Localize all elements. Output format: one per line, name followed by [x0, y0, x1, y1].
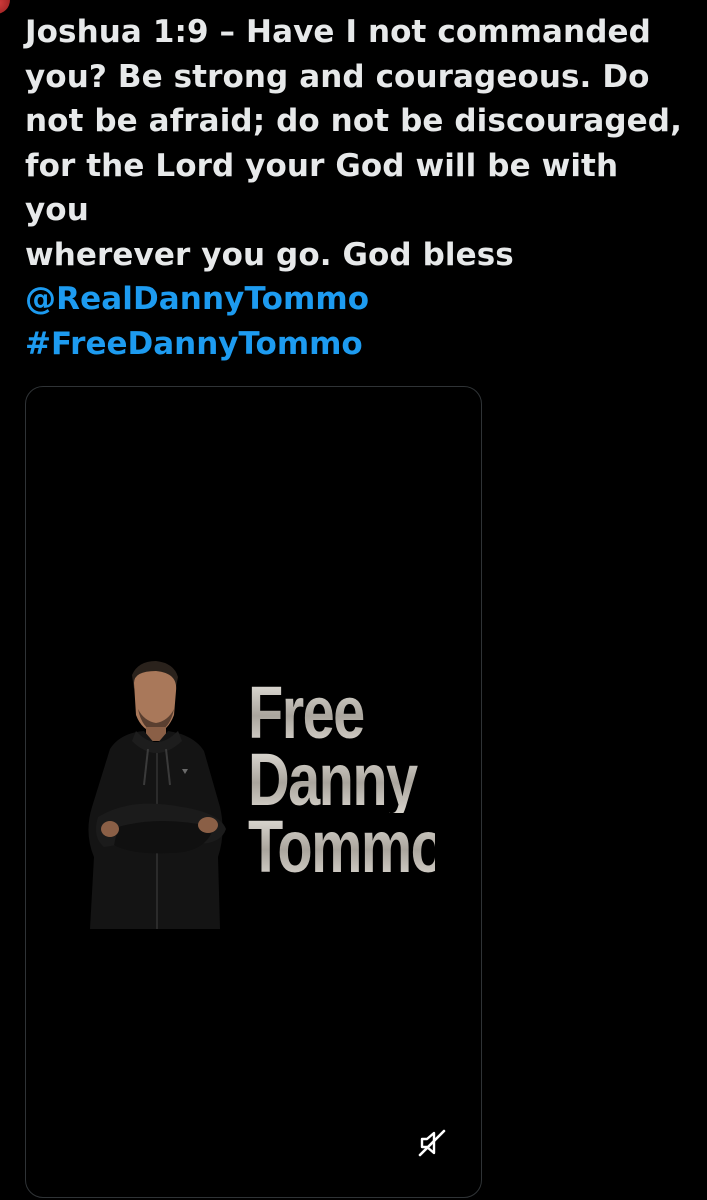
title-line-free: Free: [248, 676, 435, 750]
person-photo: [88, 661, 226, 929]
title-line-danny: Danny: [248, 743, 435, 817]
tweet-body: Joshua 1:9 – Have I not commanded you? B…: [25, 10, 685, 322]
muted-speaker-icon: [418, 1129, 446, 1157]
tweet-line-2: you? Be strong and courageous. Do: [25, 58, 650, 95]
tweet-line-5: wherever you go. God bless: [25, 236, 514, 273]
tweet-line-1: Joshua 1:9 – Have I not commanded: [25, 14, 651, 50]
tweet-line-3: not be afraid; do not be discouraged,: [25, 103, 682, 139]
avatar[interactable]: [0, 0, 10, 14]
video-card[interactable]: Free Danny Tommo: [25, 386, 482, 1198]
free-danny-tommo-title: Free Danny Tommo: [248, 676, 446, 888]
mention-link[interactable]: @RealDannyTommo: [25, 277, 685, 322]
title-line-tommo: Tommo: [248, 805, 446, 888]
hashtag-link[interactable]: #FreeDannyTommo: [25, 322, 363, 366]
tweet-line-4: for the Lord your God will be with you: [25, 147, 630, 229]
mute-button[interactable]: [414, 1125, 450, 1161]
